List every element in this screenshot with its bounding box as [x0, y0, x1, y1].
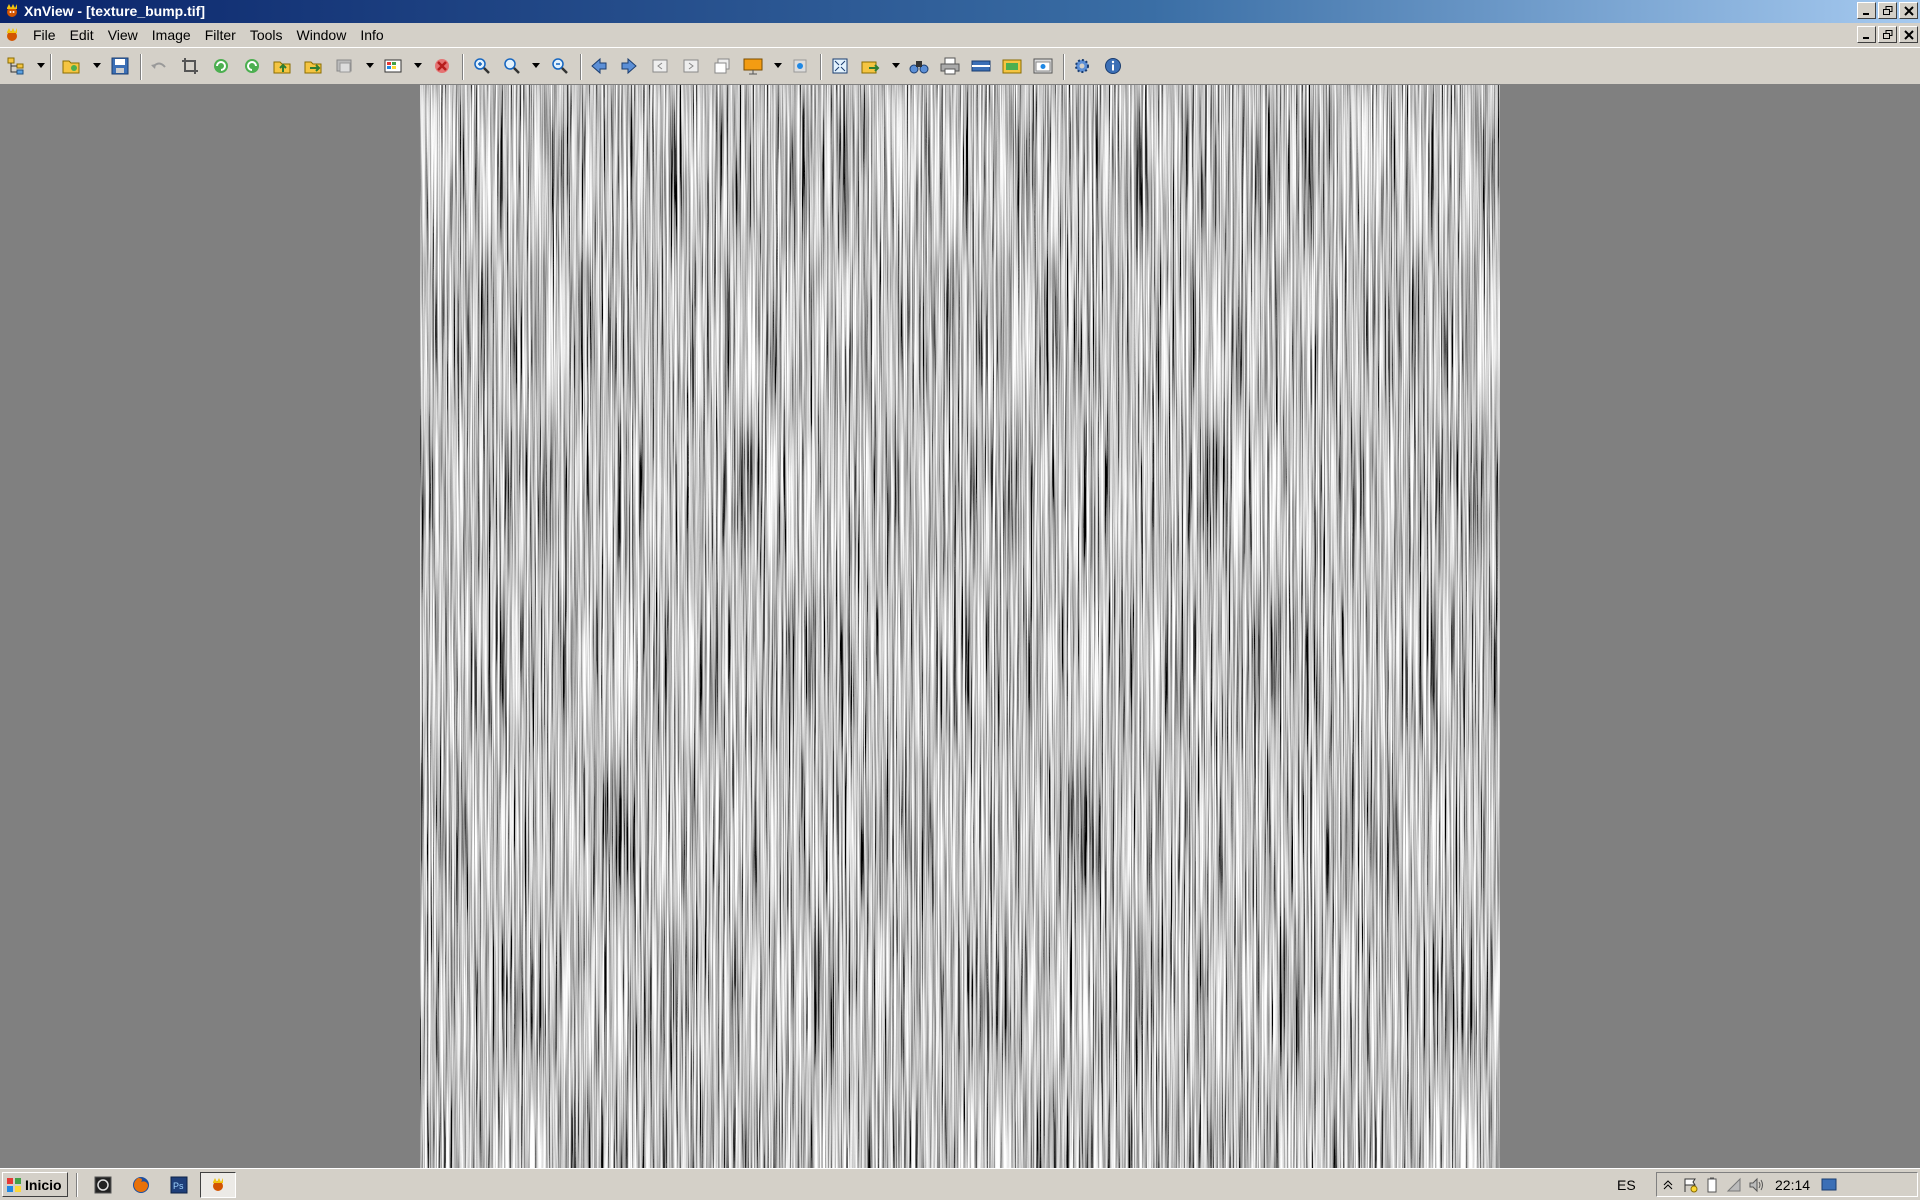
- minimize-button[interactable]: [1857, 2, 1876, 19]
- taskbar: Inicio Ps ES 22:14: [0, 1168, 1920, 1200]
- menu-filter[interactable]: Filter: [198, 23, 243, 47]
- delete-icon[interactable]: [430, 54, 454, 78]
- taskbar-xnview-button[interactable]: [200, 1172, 236, 1198]
- next-page-icon[interactable]: [679, 54, 703, 78]
- volume-icon[interactable]: [1745, 1175, 1767, 1195]
- zoom-in-icon[interactable]: [470, 54, 494, 78]
- doc-close-button[interactable]: [1899, 26, 1918, 43]
- photoshop-icon[interactable]: Ps: [166, 1173, 192, 1197]
- toolbar: [0, 47, 1920, 85]
- wallpaper-icon[interactable]: [1000, 54, 1024, 78]
- export-icon[interactable]: [859, 54, 883, 78]
- browser-dropdown-arrow[interactable]: [37, 63, 45, 68]
- firefox-icon[interactable]: [128, 1173, 154, 1197]
- language-indicator[interactable]: ES: [1617, 1177, 1636, 1193]
- fullscreen-icon[interactable]: [828, 54, 852, 78]
- quicklaunch-app-icon[interactable]: [90, 1173, 116, 1197]
- find-binoculars-icon[interactable]: [907, 54, 931, 78]
- menu-edit[interactable]: Edit: [63, 23, 101, 47]
- slideshow-dropdown-arrow[interactable]: [774, 63, 782, 68]
- screenshot-icon[interactable]: [1031, 54, 1055, 78]
- battery-icon[interactable]: [1701, 1175, 1723, 1195]
- browser-tree-icon[interactable]: [4, 54, 28, 78]
- batch-convert-icon[interactable]: [333, 54, 357, 78]
- open-dropdown-arrow[interactable]: [93, 63, 101, 68]
- save-icon[interactable]: [108, 54, 132, 78]
- windows-logo-icon: [7, 1177, 21, 1192]
- toolbar-separator: [462, 54, 464, 80]
- window-title: XnView - [texture_bump.tif]: [24, 3, 205, 19]
- taskbar-separator: [76, 1173, 78, 1197]
- action-center-flag-icon[interactable]: [1679, 1175, 1701, 1195]
- export-dropdown-arrow[interactable]: [892, 63, 900, 68]
- rotate-right-icon[interactable]: [240, 54, 264, 78]
- start-label: Inicio: [25, 1176, 62, 1193]
- menu-view[interactable]: View: [101, 23, 145, 47]
- toolbar-separator: [580, 54, 582, 80]
- show-desktop-icon[interactable]: [1818, 1175, 1840, 1195]
- previous-image-icon[interactable]: [587, 54, 611, 78]
- zoom-icon[interactable]: [500, 54, 524, 78]
- menu-info[interactable]: Info: [353, 23, 390, 47]
- close-button[interactable]: [1899, 2, 1918, 19]
- doc-restore-button[interactable]: [1878, 26, 1897, 43]
- open-folder-icon[interactable]: [60, 54, 84, 78]
- first-page-icon[interactable]: [648, 54, 672, 78]
- crop-icon[interactable]: [178, 54, 202, 78]
- restore-button[interactable]: [1878, 2, 1897, 19]
- title-bar: XnView - [texture_bump.tif]: [0, 0, 1920, 23]
- texture-image[interactable]: [420, 85, 1500, 1168]
- svg-text:Ps: Ps: [173, 1181, 184, 1191]
- capture-icon[interactable]: [788, 54, 812, 78]
- zoom-dropdown-arrow[interactable]: [532, 63, 540, 68]
- menu-window[interactable]: Window: [290, 23, 354, 47]
- doc-minimize-button[interactable]: [1857, 26, 1876, 43]
- scan-icon[interactable]: [969, 54, 993, 78]
- toolbar-separator: [1063, 54, 1065, 80]
- start-button[interactable]: Inicio: [2, 1172, 68, 1197]
- export-folder-icon[interactable]: [302, 54, 326, 78]
- color-adjust-icon[interactable]: [381, 54, 405, 78]
- show-hidden-icons-chevron-icon[interactable]: [1657, 1175, 1679, 1195]
- menu-bar: File Edit View Image Filter Tools Window…: [0, 23, 1920, 47]
- slideshow-icon[interactable]: [741, 54, 765, 78]
- batch-dropdown-arrow[interactable]: [366, 63, 374, 68]
- up-folder-icon[interactable]: [271, 54, 295, 78]
- next-image-icon[interactable]: [617, 54, 641, 78]
- color-dropdown-arrow[interactable]: [414, 63, 422, 68]
- document-window-icon[interactable]: [4, 27, 20, 46]
- menu-tools[interactable]: Tools: [243, 23, 290, 47]
- menu-file[interactable]: File: [26, 23, 63, 47]
- network-signal-icon[interactable]: [1723, 1175, 1745, 1195]
- xnview-task-icon: [213, 1178, 223, 1191]
- system-tray: ES 22:14: [1617, 1172, 1918, 1197]
- undo-icon[interactable]: [147, 54, 171, 78]
- print-icon[interactable]: [938, 54, 962, 78]
- settings-gear-icon[interactable]: [1070, 54, 1094, 78]
- rotate-left-icon[interactable]: [209, 54, 233, 78]
- toolbar-separator: [50, 54, 52, 80]
- toolbar-separator: [140, 54, 142, 80]
- menu-image[interactable]: Image: [145, 23, 198, 47]
- clock[interactable]: 22:14: [1775, 1177, 1810, 1193]
- zoom-out-icon[interactable]: [548, 54, 572, 78]
- toolbar-separator: [820, 54, 822, 80]
- multipage-icon[interactable]: [710, 54, 734, 78]
- image-viewer[interactable]: [0, 85, 1920, 1168]
- info-icon[interactable]: [1101, 54, 1125, 78]
